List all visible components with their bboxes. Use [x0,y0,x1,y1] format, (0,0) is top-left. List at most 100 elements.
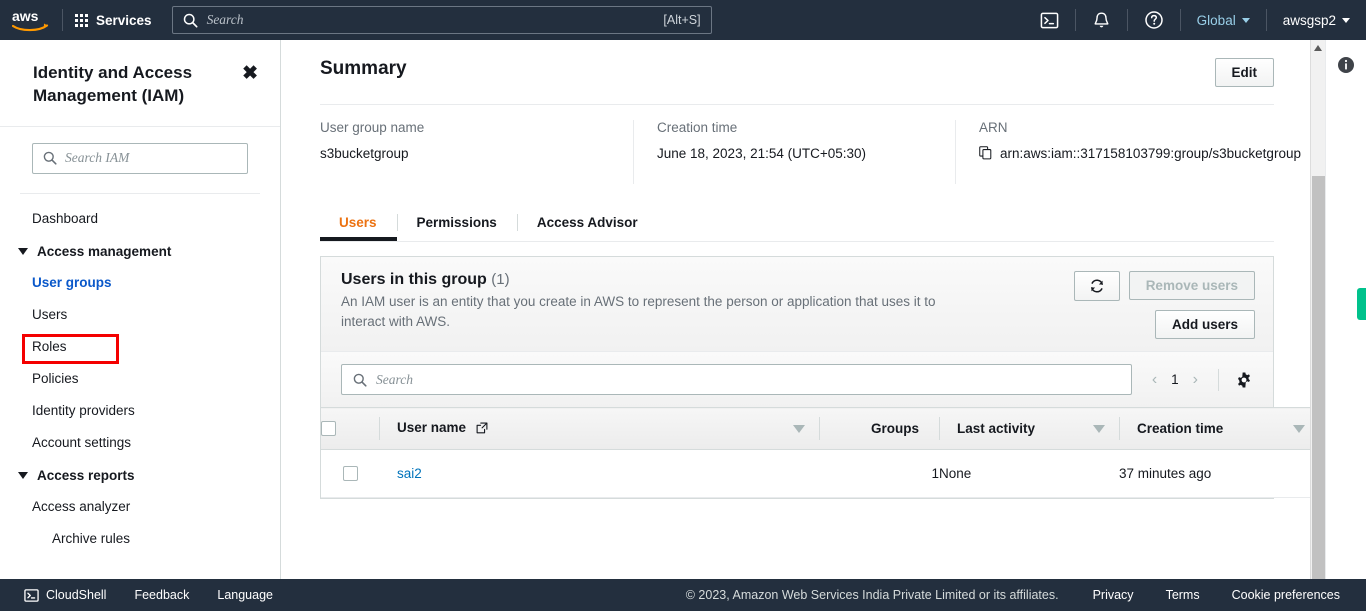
next-page-button[interactable]: › [1193,371,1198,389]
footer-left-group: CloudShell Feedback Language [0,588,287,603]
account-menu[interactable]: awsgsp2 [1267,0,1366,40]
sidebar-nav-list: Dashboard Access management User groups … [0,194,280,555]
cloudshell-button[interactable] [1024,0,1075,40]
sidebar-item-roles[interactable]: Roles [0,331,280,363]
info-button[interactable] [1337,56,1355,74]
sidebar-item-archive-rules[interactable]: Archive rules [0,523,280,555]
footer-cloudshell-label: CloudShell [46,588,107,602]
sort-icon[interactable] [1093,424,1105,433]
summary-details-grid: User group name s3bucketgroup Creation t… [320,105,1310,184]
sidebar-item-identity-providers[interactable]: Identity providers [0,395,280,427]
users-in-group-panel: Users in this group (1) An IAM user is a… [320,256,1310,499]
column-header-groups: Groups [819,407,939,450]
question-mark-icon [1144,11,1163,29]
notifications-button[interactable] [1076,0,1127,40]
sidebar-item-dashboard[interactable]: Dashboard [0,203,280,235]
triangle-down-icon [18,471,28,479]
top-nav-right-group: Global awsgsp2 [1024,0,1366,40]
sidebar-item-account-settings[interactable]: Account settings [0,427,280,459]
summary-field-arn: ARN arn:aws:iam::317158103799:group/s3bu… [955,120,1301,184]
tab-permissions[interactable]: Permissions [396,206,517,241]
top-navigation-bar: aws Services Search [Alt+S] Global awsgs… [0,0,1366,40]
feedback-side-tab[interactable] [1357,288,1366,320]
sidebar-item-user-groups[interactable]: User groups [0,266,280,299]
tab-access-advisor[interactable]: Access Advisor [516,206,658,241]
cloudshell-icon [24,588,39,603]
privacy-link[interactable]: Privacy [1077,588,1150,602]
panel-title: Users in this group [341,271,487,288]
summary-field-user-group-name: User group name s3bucketgroup [320,120,633,184]
sidebar-item-access-analyzer[interactable]: Access analyzer [0,491,280,523]
panel-header: Users in this group (1) An IAM user is a… [321,257,1273,352]
search-shortcut-hint: [Alt+S] [663,13,701,27]
previous-page-button[interactable]: ‹ [1152,371,1157,389]
account-label: awsgsp2 [1282,12,1336,28]
table-header-row: User name Groups Last activity Creation … [321,407,1310,450]
select-all-header [321,407,379,450]
column-header-last-activity[interactable]: Last activity [939,407,1119,450]
iam-sidebar: Identity and Access Management (IAM) ✖ S… [0,40,281,579]
sort-icon[interactable] [1293,424,1305,433]
sidebar-group-label: Access reports [37,467,135,483]
main-content: Summary Edit User group name s3bucketgro… [281,40,1310,579]
close-icon[interactable]: ✖ [242,64,258,83]
refresh-icon [1090,279,1103,293]
field-value: s3bucketgroup [320,146,409,161]
divider [1218,368,1219,391]
column-header-creation-time[interactable]: Creation time [1119,407,1310,450]
sidebar-group-access-reports[interactable]: Access reports [0,459,280,491]
services-menu-button[interactable]: Services [63,0,166,40]
terms-link[interactable]: Terms [1150,588,1216,602]
table-row[interactable]: sai2 1 None 37 minutes ago [321,449,1310,498]
users-search-input[interactable]: Search [341,364,1132,395]
vertical-scrollbar[interactable] [1310,40,1325,579]
tab-users[interactable]: Users [320,206,397,241]
scrollbar-thumb[interactable] [1312,176,1325,579]
footer-cloudshell-button[interactable]: CloudShell [10,588,120,603]
cell-last-activity: None [939,449,1119,498]
remove-users-button[interactable]: Remove users [1128,271,1255,300]
global-search-input[interactable]: Search [Alt+S] [171,6,712,34]
cookie-preferences-link[interactable]: Cookie preferences [1216,588,1356,602]
user-link[interactable]: sai2 [379,466,422,481]
column-header-user-name[interactable]: User name [379,407,819,450]
gear-icon [1238,371,1250,388]
sort-icon[interactable] [793,424,805,433]
sidebar-group-access-management[interactable]: Access management [0,235,280,267]
footer-language-button[interactable]: Language [203,588,287,602]
search-input[interactable]: Search IAM [32,142,248,174]
svg-text:aws: aws [12,8,39,24]
footer-right-group: © 2023, Amazon Web Services India Privat… [686,588,1366,602]
page-number[interactable]: 1 [1171,372,1179,387]
field-value: June 18, 2023, 21:54 (UTC+05:30) [657,146,867,161]
info-icon [1338,57,1354,73]
pagination: ‹ 1 › [1142,371,1208,389]
sidebar-item-policies[interactable]: Policies [0,363,280,395]
region-selector[interactable]: Global [1181,0,1266,40]
copy-icon[interactable] [979,146,992,166]
users-search-placeholder: Search [376,371,413,387]
footer-feedback-button[interactable]: Feedback [120,588,203,602]
row-checkbox[interactable] [342,466,358,482]
sidebar-search-row: Search IAM [0,127,280,174]
help-button[interactable] [1128,0,1180,40]
select-all-checkbox[interactable] [321,421,336,437]
add-users-button[interactable]: Add users [1154,310,1255,339]
search-icon [183,13,198,28]
field-label: ARN [979,120,1008,135]
refresh-button[interactable] [1073,271,1120,301]
global-search-placeholder: Search [206,12,244,27]
chevron-down-icon [1342,17,1350,23]
column-label: Creation time [1137,421,1224,436]
panel-action-buttons: Remove users Add users [1025,271,1255,339]
aws-logo[interactable]: aws [0,0,62,40]
edit-button[interactable]: Edit [1214,58,1274,87]
scroll-up-button[interactable] [1311,40,1325,56]
summary-field-creation-time: Creation time June 18, 2023, 21:54 (UTC+… [633,120,955,184]
sidebar-item-users[interactable]: Users [0,299,280,331]
triangle-down-icon [18,247,28,255]
table-settings-button[interactable] [1229,371,1259,389]
detail-tabs: Users Permissions Access Advisor [320,206,1274,242]
search-icon [353,373,367,387]
field-label: Creation time [657,120,738,135]
